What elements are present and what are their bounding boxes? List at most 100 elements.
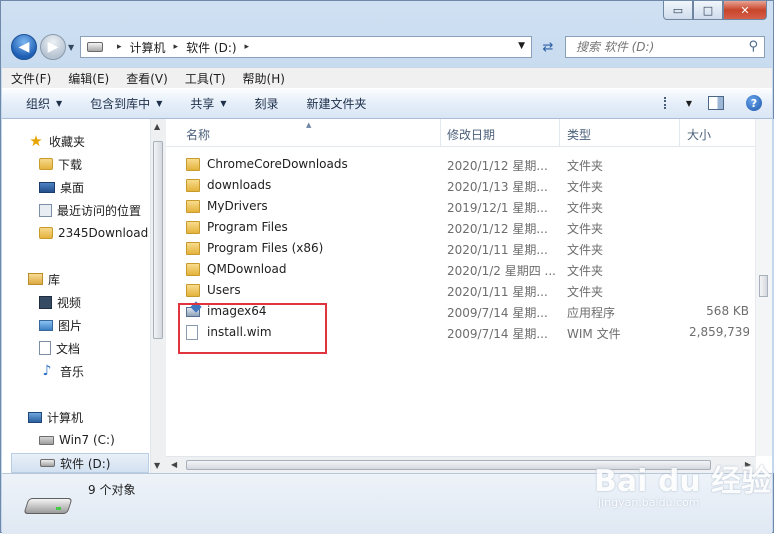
nav-desktop[interactable]: 桌面 [39, 177, 84, 197]
file-date: 2020/1/2 星期四 ... [447, 264, 556, 278]
column-divider[interactable] [559, 119, 560, 146]
nav-videos[interactable]: 视频 [39, 292, 81, 312]
file-date: 2020/1/12 星期... [447, 159, 548, 173]
search-box[interactable]: ⚲ [565, 36, 765, 58]
column-date-modified[interactable]: 修改日期 [447, 126, 495, 143]
picture-library-icon [39, 319, 53, 331]
column-divider[interactable] [679, 119, 680, 146]
file-date: 2009/7/14 星期... [447, 327, 548, 341]
file-type: 文件夹 [567, 201, 604, 215]
nav-label: 软件 (D:) [60, 456, 111, 471]
nav-libraries[interactable]: 库 [28, 269, 60, 289]
explorer-window: ▭ □ ✕ ◀ ▶ ▼ ▸ 计算机 ▸ 软件 (D:) ▸ ▼ ⇄ ⚲ 文件(F… [0, 0, 774, 534]
breadcrumb-separator[interactable]: ▸ [117, 42, 122, 52]
search-icon[interactable]: ⚲ [748, 39, 758, 54]
file-type: 文件夹 [567, 285, 604, 299]
nav-vertical-scrollbar[interactable]: ▲ ▼ [150, 119, 166, 473]
downloads-folder-icon [39, 158, 53, 170]
breadcrumb: ▸ 计算机 ▸ 软件 (D:) ▸ [109, 39, 257, 56]
nav-recent-places[interactable]: 最近访问的位置 [39, 200, 141, 220]
menu-file[interactable]: 文件(F) [2, 70, 59, 87]
nav-favorites[interactable]: ★ 收藏夹 [28, 131, 85, 151]
music-note-icon: ♪ [42, 363, 52, 379]
menu-tools[interactable]: 工具(T) [176, 70, 234, 87]
nav-pictures[interactable]: 图片 [39, 315, 82, 335]
drive-large-icon [23, 494, 73, 516]
burn-button[interactable]: 刻录 [239, 95, 291, 112]
file-type: 文件夹 [567, 264, 604, 278]
breadcrumb-separator[interactable]: ▸ [245, 42, 250, 52]
maximize-button[interactable]: □ [693, 1, 723, 20]
column-type[interactable]: 类型 [567, 126, 591, 143]
folder-icon [186, 242, 200, 255]
scroll-thumb[interactable] [153, 141, 163, 339]
file-name: Program Files [207, 220, 288, 234]
include-in-library-button[interactable]: 包含到库中 ▼ [74, 95, 174, 112]
file-type: 文件夹 [567, 222, 604, 236]
menu-edit[interactable]: 编辑(E) [59, 70, 117, 87]
file-type: 文件夹 [567, 180, 604, 194]
item-count: 9 个对象 [88, 483, 136, 497]
folder-icon [186, 263, 200, 276]
breadcrumb-computer[interactable]: 计算机 [130, 39, 166, 56]
recent-pages-dropdown[interactable]: ▼ [68, 43, 74, 52]
nav-computer[interactable]: 计算机 [28, 407, 83, 427]
view-options-icon[interactable] [663, 97, 680, 109]
file-name: downloads [207, 178, 272, 192]
file-row[interactable]: MyDrivers 2019/12/1 星期... 文件夹 [166, 196, 756, 217]
column-size[interactable]: 大小 [687, 126, 711, 143]
file-list-pane: ▲ 名称 修改日期 类型 大小 ChromeCoreDownloads 2020… [166, 119, 772, 474]
window-controls: ▭ □ ✕ [663, 1, 767, 20]
forward-button[interactable]: ▶ [40, 34, 66, 60]
search-input[interactable] [574, 39, 748, 55]
minimize-button[interactable]: ▭ [663, 1, 693, 20]
address-dropdown-icon[interactable]: ▼ [518, 41, 525, 51]
nav-drive-c[interactable]: Win7 (C:) [39, 430, 115, 450]
back-button[interactable]: ◀ [11, 34, 37, 60]
baidu-jingyan-watermark: Bai du 经验 jingyan.baidu.com [594, 456, 771, 514]
new-folder-button[interactable]: 新建文件夹 [291, 95, 379, 112]
menu-bar: 文件(F) 编辑(E) 查看(V) 工具(T) 帮助(H) [2, 67, 772, 88]
organize-button[interactable]: 组织 ▼ [2, 95, 74, 112]
preview-pane-icon[interactable] [708, 96, 724, 110]
nav-music[interactable]: ♪ 音乐 [39, 361, 84, 381]
file-row[interactable]: Users 2020/1/11 星期... 文件夹 [166, 280, 756, 301]
menu-view[interactable]: 查看(V) [117, 70, 176, 87]
refresh-button[interactable]: ⇄ [537, 36, 559, 58]
include-in-library-label: 包含到库中 [90, 97, 151, 111]
share-button[interactable]: 共享 ▼ [174, 95, 238, 112]
file-row[interactable]: Program Files (x86) 2020/1/11 星期... 文件夹 [166, 238, 756, 259]
file-row[interactable]: Program Files 2020/1/12 星期... 文件夹 [166, 217, 756, 238]
column-divider[interactable] [440, 119, 441, 146]
breadcrumb-drive-d[interactable]: 软件 (D:) [186, 39, 236, 56]
computer-icon [28, 411, 42, 423]
breadcrumb-separator[interactable]: ▸ [174, 42, 179, 52]
folder-icon [186, 200, 200, 213]
file-row[interactable]: downloads 2020/1/13 星期... 文件夹 [166, 175, 756, 196]
nav-drive-d[interactable]: 软件 (D:) [11, 453, 149, 473]
close-button[interactable]: ✕ [723, 1, 767, 20]
nav-downloads[interactable]: 下载 [39, 154, 82, 174]
scroll-up-icon[interactable]: ▲ [154, 122, 160, 131]
file-row[interactable]: ChromeCoreDownloads 2020/1/12 星期... 文件夹 [166, 154, 756, 175]
refresh-icon: ⇄ [542, 39, 554, 55]
menu-help[interactable]: 帮助(H) [234, 70, 293, 87]
file-vertical-scrollbar[interactable] [755, 119, 772, 456]
help-icon[interactable]: ? [746, 95, 762, 111]
desktop-icon [39, 181, 55, 193]
file-type: 文件夹 [567, 243, 604, 257]
scroll-thumb[interactable] [759, 275, 768, 297]
nav-2345downloads[interactable]: 2345Downloads [39, 223, 149, 243]
chevron-down-icon[interactable]: ▼ [686, 99, 692, 108]
video-library-icon [39, 295, 52, 309]
file-row[interactable]: QMDownload 2020/1/2 星期四 ... 文件夹 [166, 259, 756, 280]
column-name[interactable]: 名称 [186, 126, 210, 143]
chevron-down-icon: ▼ [56, 99, 63, 108]
nav-label: Win7 (C:) [59, 433, 115, 447]
scroll-down-icon[interactable]: ▼ [154, 461, 160, 470]
folder-icon [186, 284, 200, 297]
scroll-left-icon[interactable]: ◀ [171, 460, 177, 469]
address-bar[interactable]: ▸ 计算机 ▸ 软件 (D:) ▸ ▼ [80, 36, 532, 58]
nav-documents[interactable]: 文档 [39, 338, 80, 358]
file-type: 文件夹 [567, 159, 604, 173]
